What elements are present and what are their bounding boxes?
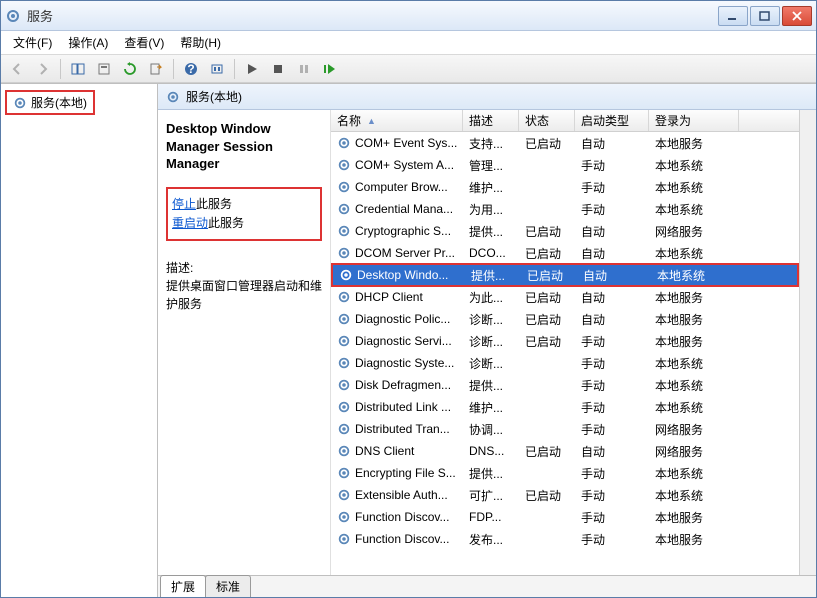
refresh-button[interactable] [118,58,142,80]
col-status[interactable]: 状态 [519,110,575,131]
gear-icon [337,334,351,348]
detail-panel: Desktop Window Manager Session Manager 停… [158,110,330,575]
service-row[interactable]: Encrypting File S...提供...手动本地系统 [331,462,799,484]
service-row[interactable]: Extensible Auth...可扩...已启动手动本地系统 [331,484,799,506]
forward-button[interactable] [31,58,55,80]
right-pane-header: 服务(本地) [158,84,816,110]
pause-service-button[interactable] [292,58,316,80]
minimize-button[interactable] [718,6,748,26]
gear-icon [337,444,351,458]
restart-link[interactable]: 重启动 [172,216,208,230]
help-button[interactable]: ? [179,58,203,80]
gear-icon [13,96,27,110]
tab-extended[interactable]: 扩展 [160,575,206,597]
gear-icon [337,312,351,326]
service-row[interactable]: Diagnostic Servi...诊断...已启动手动本地服务 [331,330,799,352]
gear-icon [339,268,353,282]
services-grid: 名称▲ 描述 状态 启动类型 登录为 COM+ Event Sys...支持..… [330,110,799,575]
service-row[interactable]: Disk Defragmen...提供...手动本地系统 [331,374,799,396]
window-title: 服务 [27,6,718,25]
menu-file[interactable]: 文件(F) [7,32,58,53]
close-button[interactable] [782,6,812,26]
gear-icon [337,422,351,436]
stop-link[interactable]: 停止 [172,197,196,211]
sort-asc-icon: ▲ [367,116,376,126]
service-row[interactable]: COM+ System A...管理...手动本地系统 [331,154,799,176]
maximize-button[interactable] [750,6,780,26]
back-button[interactable] [5,58,29,80]
content-area: 服务(本地) 服务(本地) Desktop Window Manager Ses… [1,83,816,597]
menu-action[interactable]: 操作(A) [62,32,114,53]
gear-icon [337,290,351,304]
gear-icon [337,180,351,194]
service-row[interactable]: COM+ Event Sys...支持...已启动自动本地服务 [331,132,799,154]
gear-icon [337,224,351,238]
description-label: 描述: [166,259,322,277]
gear-icon [337,378,351,392]
col-logon[interactable]: 登录为 [649,110,739,131]
restart-service-button[interactable] [318,58,342,80]
show-hide-tree-button[interactable] [66,58,90,80]
gear-icon [337,158,351,172]
view-tabs: 扩展 标准 [158,575,816,597]
gear-icon [337,246,351,260]
tree-pane[interactable]: 服务(本地) [1,84,158,597]
gear-icon [337,356,351,370]
gear-icon [337,488,351,502]
gear-icon [337,510,351,524]
services-window: 服务 文件(F) 操作(A) 查看(V) 帮助(H) ? [0,0,817,598]
vertical-scrollbar[interactable] [799,110,816,575]
service-row[interactable]: DHCP Client为此...已启动自动本地服务 [331,286,799,308]
selected-service-name: Desktop Window Manager Session Manager [166,120,322,173]
svg-text:?: ? [187,62,194,76]
service-row[interactable]: Function Discov...发布...手动本地服务 [331,528,799,550]
col-name[interactable]: 名称▲ [331,110,463,131]
menubar: 文件(F) 操作(A) 查看(V) 帮助(H) [1,31,816,55]
gear-icon [337,202,351,216]
col-desc[interactable]: 描述 [463,110,519,131]
menu-view[interactable]: 查看(V) [118,32,170,53]
gear-icon [166,90,180,104]
grid-header: 名称▲ 描述 状态 启动类型 登录为 [331,110,799,132]
service-row[interactable]: Computer Brow...维护...手动本地系统 [331,176,799,198]
service-row[interactable]: Diagnostic Syste...诊断...手动本地系统 [331,352,799,374]
tab-standard[interactable]: 标准 [205,575,251,597]
export-button[interactable] [144,58,168,80]
tree-node-label: 服务(本地) [31,94,87,111]
action-button[interactable] [205,58,229,80]
gear-icon [337,136,351,150]
service-actions-box: 停止此服务 重启动此服务 [166,187,322,241]
gear-icon [337,532,351,546]
service-row[interactable]: Credential Mana...为用...手动本地系统 [331,198,799,220]
menu-help[interactable]: 帮助(H) [174,32,227,53]
stop-service-button[interactable] [266,58,290,80]
start-service-button[interactable] [240,58,264,80]
service-row[interactable]: DNS ClientDNS...已启动自动网络服务 [331,440,799,462]
right-pane-title: 服务(本地) [186,88,242,105]
tree-node-services-local[interactable]: 服务(本地) [5,90,95,115]
titlebar[interactable]: 服务 [1,1,816,31]
col-startup[interactable]: 启动类型 [575,110,649,131]
service-row[interactable]: Desktop Windo...提供...已启动自动本地系统 [331,263,799,287]
right-pane: 服务(本地) Desktop Window Manager Session Ma… [158,84,816,597]
service-row[interactable]: Function Discov...FDP...手动本地服务 [331,506,799,528]
service-row[interactable]: Distributed Tran...协调...手动网络服务 [331,418,799,440]
service-row[interactable]: Distributed Link ...维护...手动本地系统 [331,396,799,418]
properties-button[interactable] [92,58,116,80]
service-row[interactable]: Cryptographic S...提供...已启动自动网络服务 [331,220,799,242]
service-row[interactable]: Diagnostic Polic...诊断...已启动自动本地服务 [331,308,799,330]
description-text: 提供桌面窗口管理器启动和维护服务 [166,277,322,313]
gear-icon [5,8,21,24]
gear-icon [337,400,351,414]
service-row[interactable]: DCOM Server Pr...DCO...已启动自动本地系统 [331,242,799,264]
gear-icon [337,466,351,480]
grid-body[interactable]: COM+ Event Sys...支持...已启动自动本地服务COM+ Syst… [331,132,799,575]
toolbar: ? [1,55,816,83]
